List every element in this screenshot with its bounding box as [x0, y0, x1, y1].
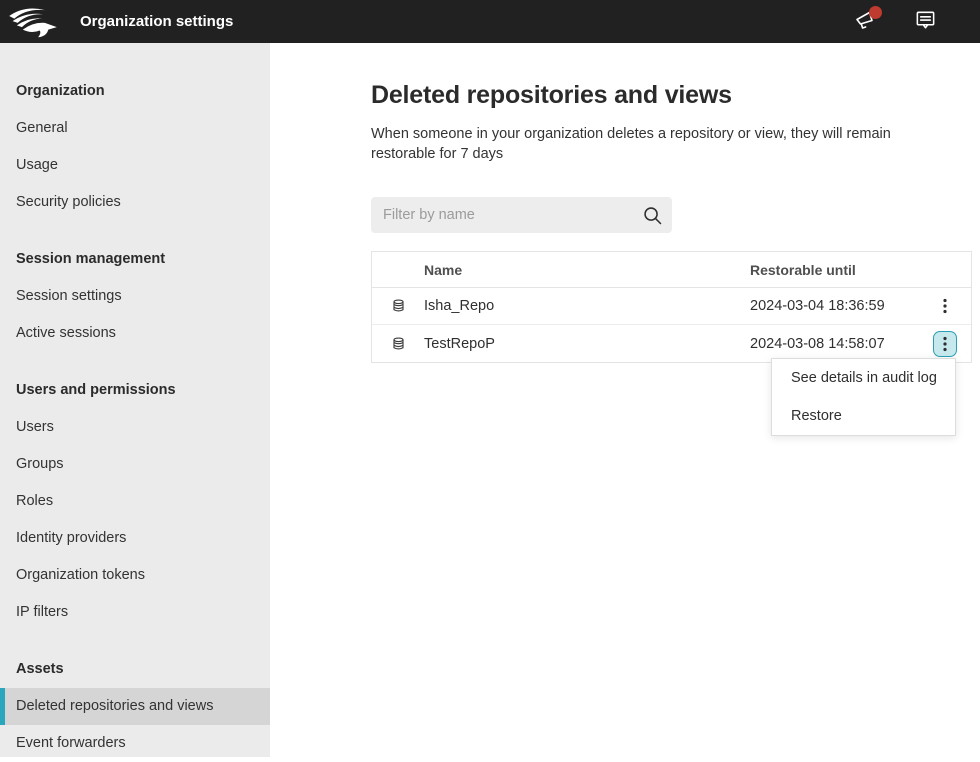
restorable-until-value: 2024-03-04 18:36:59 [750, 298, 917, 314]
row-actions-kebab-button-active[interactable] [933, 331, 957, 357]
sidebar-item-organization-tokens[interactable]: Organization tokens [0, 557, 270, 594]
kebab-menu-icon [943, 336, 947, 352]
menu-item-restore[interactable]: Restore [772, 397, 955, 435]
sidebar-item-session-settings[interactable]: Session settings [0, 278, 270, 315]
database-icon [372, 298, 424, 314]
sidebar-item-active-sessions[interactable]: Active sessions [0, 315, 270, 352]
table-header-row: Name Restorable until [372, 252, 971, 288]
sidebar-group-session-management: Session management Session settings Acti… [0, 249, 270, 352]
repo-name[interactable]: Isha_Repo [424, 298, 750, 314]
chat-bubble-icon [914, 8, 937, 36]
sidebar-item-general[interactable]: General [0, 110, 270, 147]
sidebar-item-groups[interactable]: Groups [0, 446, 270, 483]
sidebar-item-deleted-repositories[interactable]: Deleted repositories and views [0, 688, 270, 725]
sidebar-item-ip-filters[interactable]: IP filters [0, 594, 270, 631]
sidebar-group-users-permissions: Users and permissions Users Groups Roles… [0, 380, 270, 631]
filter-box [371, 197, 672, 233]
row-actions-kebab-button[interactable] [933, 293, 957, 319]
row-actions-context-menu: See details in audit log Restore [771, 358, 956, 436]
database-icon [372, 336, 424, 352]
notifications-button[interactable] [852, 9, 878, 35]
sidebar-group-header: Session management [0, 249, 270, 269]
sidebar-item-identity-providers[interactable]: Identity providers [0, 520, 270, 557]
table-row: TestRepoP 2024-03-08 14:58:07 [372, 325, 971, 362]
sidebar-item-roles[interactable]: Roles [0, 483, 270, 520]
deleted-repos-table-wrap: Name Restorable until Isha_Repo 2024-03-… [371, 251, 972, 363]
kebab-menu-icon [943, 298, 947, 314]
sidebar-group-header: Assets [0, 659, 270, 679]
sidebar-item-event-forwarders[interactable]: Event forwarders [0, 725, 270, 762]
page-title: Deleted repositories and views [371, 81, 980, 110]
repo-name[interactable]: TestRepoP [424, 336, 750, 352]
filter-by-name-input[interactable] [371, 207, 672, 223]
search-icon [642, 205, 663, 231]
sidebar-group-header: Users and permissions [0, 380, 270, 400]
page-context-title: Organization settings [80, 13, 233, 30]
topbar-actions [852, 9, 938, 35]
feedback-button[interactable] [912, 9, 938, 35]
table-row: Isha_Repo 2024-03-04 18:36:59 [372, 288, 971, 325]
column-header-restorable-until: Restorable until [750, 262, 917, 278]
menu-item-see-details-in-audit-log[interactable]: See details in audit log [772, 359, 955, 397]
sidebar-group-header: Organization [0, 81, 270, 101]
sidebar-group-assets: Assets Deleted repositories and views Ev… [0, 659, 270, 762]
main-content: Deleted repositories and views When some… [270, 43, 980, 757]
notification-badge-dot [869, 6, 882, 19]
settings-sidebar: Organization General Usage Security poli… [0, 43, 270, 757]
sidebar-item-usage[interactable]: Usage [0, 147, 270, 184]
deleted-repos-table: Name Restorable until Isha_Repo 2024-03-… [371, 251, 972, 363]
sidebar-item-users[interactable]: Users [0, 409, 270, 446]
page-description: When someone in your organization delete… [371, 124, 916, 164]
crowdstrike-falcon-logo[interactable] [0, 5, 66, 39]
restorable-until-value: 2024-03-08 14:58:07 [750, 336, 917, 352]
column-header-name: Name [424, 262, 750, 278]
sidebar-group-organization: Organization General Usage Security poli… [0, 81, 270, 221]
sidebar-item-security-policies[interactable]: Security policies [0, 184, 270, 221]
topbar: Organization settings [0, 0, 980, 43]
